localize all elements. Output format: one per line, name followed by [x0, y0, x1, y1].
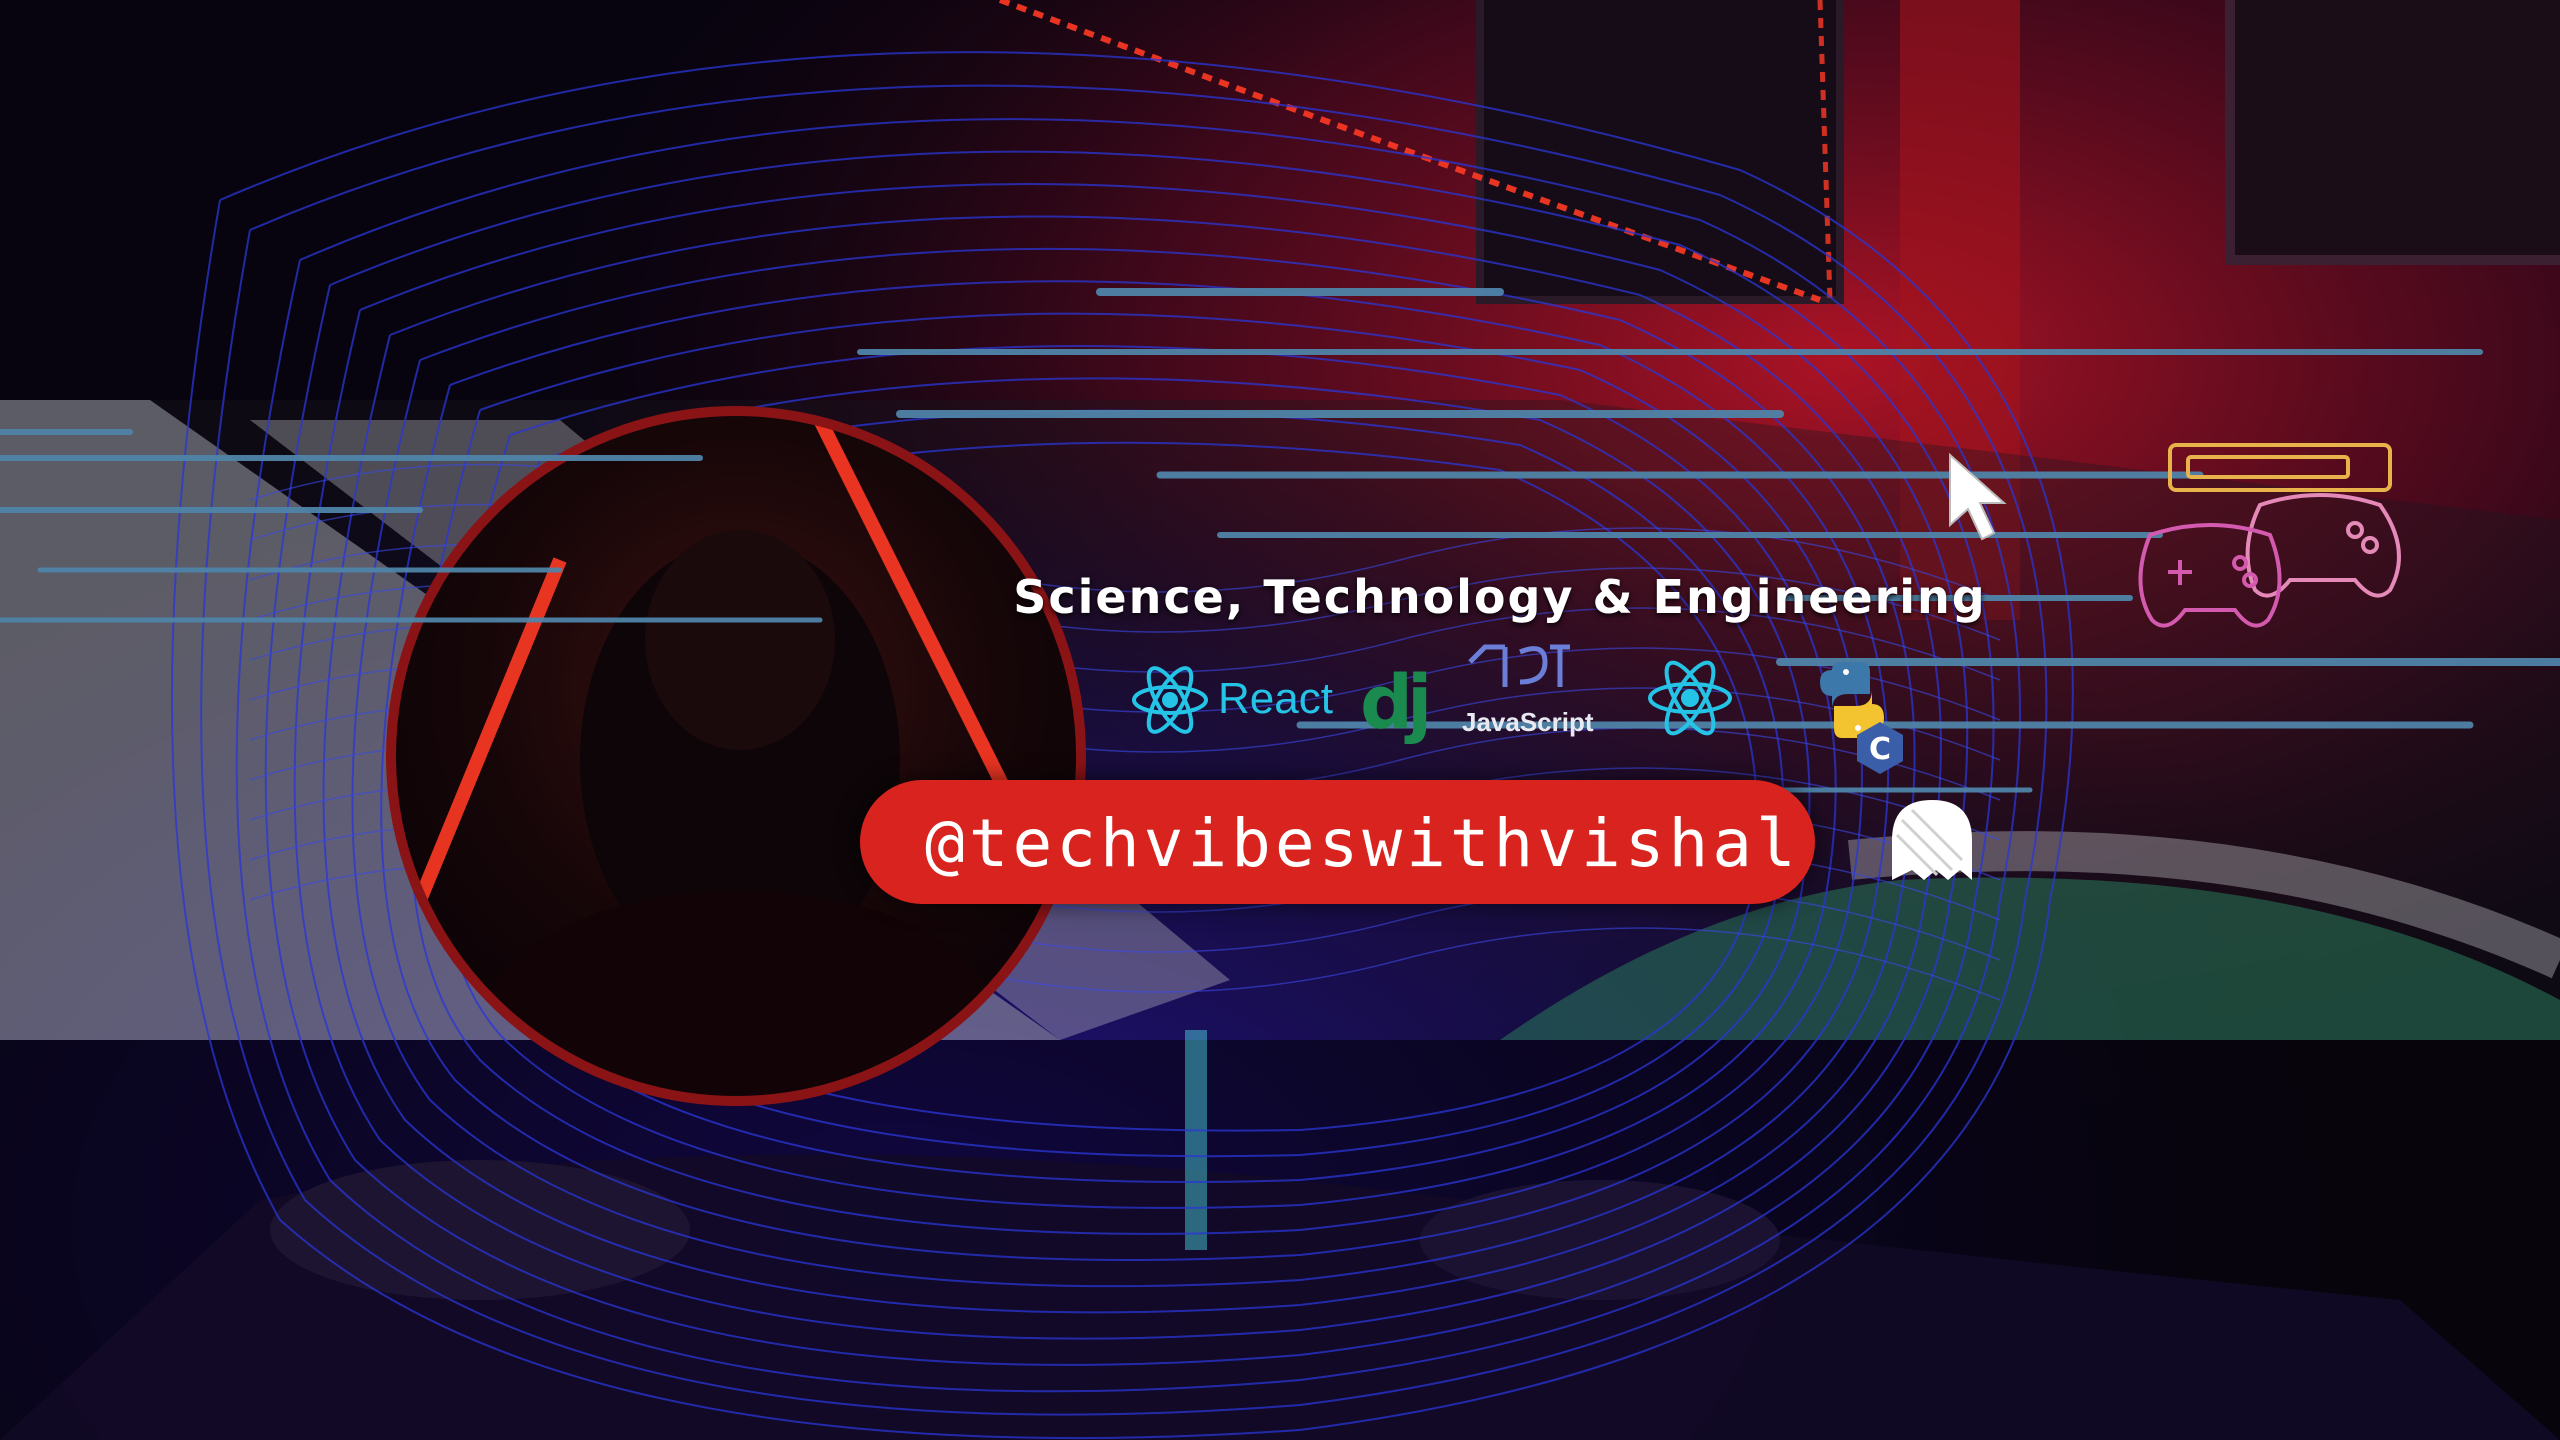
react-label: React — [1218, 674, 1333, 723]
wall-frame-right — [2225, 0, 2560, 265]
tagline: Science, Technology & Engineering — [1013, 570, 1987, 624]
channel-handle: @techvibeswithvishal — [925, 805, 1800, 882]
javascript-label: JavaScript — [1462, 707, 1594, 737]
wall-frame — [1476, 0, 1844, 304]
django-icon: dj — [1360, 660, 1432, 746]
ghost-icon — [1892, 800, 1972, 880]
svg-text:C: C — [1869, 732, 1891, 767]
